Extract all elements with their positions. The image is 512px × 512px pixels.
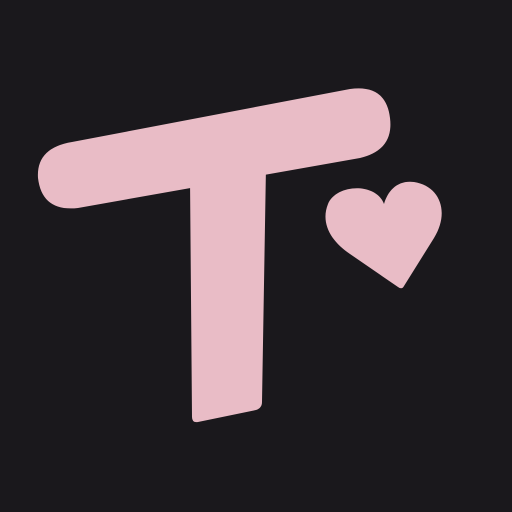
letter-t-stem [190,166,266,423]
logo-graphic [0,0,512,512]
app-logo [0,0,512,512]
